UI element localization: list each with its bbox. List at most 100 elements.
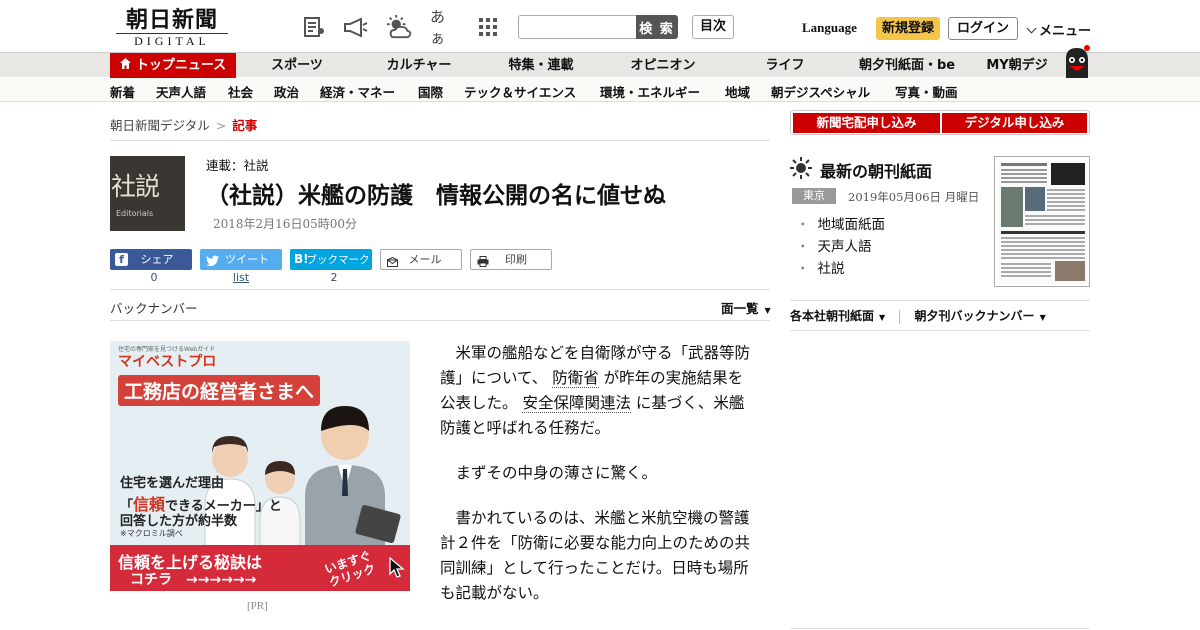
subscribe-box: 新聞宅配申し込み デジタル申し込み — [790, 110, 1090, 135]
back-number-dropdown-label: 朝夕刊バックナンバー — [914, 309, 1035, 323]
ad-cta-bar[interactable]: 信頼を上げる秘訣は コチラ →→→→→→ いますぐ クリック — [110, 545, 410, 591]
paper-date: 2019年05月06日 月曜日 — [848, 190, 980, 204]
breadcrumb-current: 記事 — [232, 118, 258, 133]
article-body: 米軍の艦船などを自衛隊が守る「武器等防護」について、 防衛省 が昨年の実施結果を… — [440, 341, 750, 626]
bullet: ・ — [796, 239, 810, 255]
grid-menu-icon[interactable] — [475, 14, 501, 40]
global-header: 朝日新聞 DIGITAL あぁ 検 索 目次 Language 新規登録 ログイ… — [0, 0, 1200, 52]
print-label: 印刷 — [505, 253, 527, 266]
nav-features[interactable]: 特集・連載 — [500, 53, 582, 78]
term-link-defense-ministry[interactable]: 防衛省 — [552, 369, 599, 388]
mascot-icon[interactable] — [1060, 44, 1092, 78]
page-list-dropdown[interactable]: 面一覧 ▼ — [721, 298, 771, 317]
divider — [790, 628, 1090, 629]
ad-text-3: 回答した方が約半数 — [120, 514, 238, 529]
breadcrumb-home[interactable]: 朝日新聞デジタル — [110, 118, 210, 133]
term-link-security-law[interactable]: 安全保障関連法 — [522, 394, 631, 413]
latest-paper-title: 最新の朝刊紙面 — [820, 162, 933, 181]
nav-top-news[interactable]: トップニュース — [110, 53, 236, 78]
caret-down-icon: ▼ — [764, 306, 771, 315]
search-input[interactable] — [518, 15, 637, 39]
nav-paper[interactable]: 朝夕刊紙面・be — [856, 53, 958, 78]
login-button[interactable]: ログイン — [948, 17, 1018, 40]
nav-culture[interactable]: カルチャー — [378, 53, 460, 78]
mail-label: メール — [408, 253, 442, 266]
nav-life[interactable]: ライフ — [755, 53, 815, 78]
nav2-environment[interactable]: 環境・エネルギー — [600, 82, 700, 101]
megaphone-icon[interactable] — [342, 14, 368, 40]
twitter-list-link[interactable]: list — [231, 271, 251, 284]
digital-subscribe-button[interactable]: デジタル申し込み — [942, 113, 1087, 133]
nav2-special[interactable]: 朝デジスペシャル — [771, 82, 870, 101]
article-title: （社説）米艦の防護 情報公開の名に値せぬ — [206, 183, 666, 209]
nav2-tensei[interactable]: 天声人語 — [156, 82, 206, 101]
print-button[interactable]: 印刷 — [470, 249, 552, 270]
article-date: 2018年2月16日05時00分 — [213, 217, 357, 231]
bullet: ・ — [796, 217, 810, 233]
mail-button[interactable]: メール — [380, 249, 462, 270]
register-button[interactable]: 新規登録 — [876, 17, 940, 40]
nav-opinion[interactable]: オピニオン — [622, 53, 704, 78]
region-badge: 東京 — [792, 188, 836, 204]
facebook-count: 0 — [150, 271, 158, 284]
nav2-new[interactable]: 新着 — [110, 82, 135, 101]
divider — [110, 140, 770, 141]
paper-link-tensei[interactable]: ・天声人語 — [796, 235, 872, 255]
regional-papers-dropdown[interactable]: 各本社朝刊紙面 ▼ — [790, 309, 885, 323]
twitter-tweet-button[interactable]: ツイート — [200, 249, 282, 270]
paper-subscribe-button[interactable]: 新聞宅配申し込み — [793, 113, 940, 133]
newspaper-icon[interactable] — [301, 14, 327, 40]
paper-link-label: 天声人語 — [817, 239, 872, 255]
bookmark-label: ブックマーク — [306, 254, 370, 266]
menu-label: メニュー — [1039, 24, 1092, 39]
divider — [790, 330, 1090, 331]
pr-label: [PR] — [247, 600, 268, 612]
divider — [110, 320, 770, 321]
breadcrumb-separator: > — [215, 118, 227, 133]
paper-link-regional[interactable]: ・地域面紙面 — [796, 213, 885, 233]
facebook-share-button[interactable]: f シェア — [110, 249, 192, 270]
toc-button[interactable]: 目次 — [692, 15, 734, 39]
weather-icon[interactable] — [386, 14, 412, 40]
back-number-dropdown[interactable]: 朝夕刊バックナンバー ▼ — [915, 309, 1046, 323]
language-link[interactable]: Language — [802, 20, 857, 36]
back-number-label: バックナンバー — [110, 301, 198, 316]
cursor-icon — [389, 557, 405, 578]
hatena-bookmark-button[interactable]: B! ブックマーク — [290, 249, 372, 270]
divider — [110, 289, 770, 290]
paper-link-editorial[interactable]: ・社説 — [796, 257, 845, 277]
breadcrumb: 朝日新聞デジタル > 記事 — [110, 115, 257, 134]
caret-down-icon: ▼ — [1039, 313, 1046, 322]
nav-sports[interactable]: スポーツ — [258, 53, 336, 78]
nav2-region[interactable]: 地域 — [725, 82, 750, 101]
ad-brand-logo: マイベストプロ — [118, 354, 217, 370]
hatena-icon: B! — [294, 252, 309, 266]
twitter-icon — [206, 253, 219, 274]
caret-down-icon: ▼ — [879, 313, 886, 322]
nav2-society[interactable]: 社会 — [228, 82, 253, 101]
share-label: シェア — [140, 253, 174, 266]
search-button[interactable]: 検 索 — [636, 15, 678, 39]
nav2-politics[interactable]: 政治 — [274, 82, 299, 101]
newspaper-front-page-thumbnail[interactable] — [994, 156, 1090, 287]
font-size-icon[interactable]: あぁ — [430, 8, 456, 47]
logo-text-jp: 朝日新聞 — [125, 7, 218, 33]
hatena-count: 2 — [330, 271, 338, 284]
series-label[interactable]: 連載：社説 — [206, 155, 269, 174]
secondary-nav: 新着 天声人語 社会 政治 経済・マネー 国際 テック＆サイエンス 環境・エネル… — [0, 78, 1200, 102]
advertisement-banner[interactable]: 住宅の専門家を見つけるWebガイド マイベストプロ 工務店の経営者さまへ 住宅を… — [110, 341, 410, 591]
nav2-tech[interactable]: テック＆サイエンス — [464, 82, 576, 101]
nav2-economy[interactable]: 経済・マネー — [320, 82, 395, 101]
ad-text-1: 住宅を選んだ理由 — [120, 476, 225, 491]
paper-link-label: 社説 — [817, 261, 845, 277]
nav-label: トップニュース — [135, 58, 227, 73]
vertical-divider — [899, 309, 901, 324]
article-paragraph: 書かれているのは、米艦と米航空機の警護計２件を「防衛に必要な能力向上のための共同… — [440, 509, 751, 602]
ad-cta-3: いますぐ クリック — [323, 548, 377, 589]
nav2-photo[interactable]: 写真・動画 — [895, 82, 958, 101]
nav-my-asadeji[interactable]: MY朝デジ — [982, 53, 1052, 78]
paper-link-label: 地域面紙面 — [817, 217, 886, 233]
asahi-digital-logo[interactable]: 朝日新聞 DIGITAL — [116, 8, 228, 48]
menu-button[interactable]: メニュー — [1026, 20, 1091, 39]
nav2-international[interactable]: 国際 — [418, 82, 443, 101]
